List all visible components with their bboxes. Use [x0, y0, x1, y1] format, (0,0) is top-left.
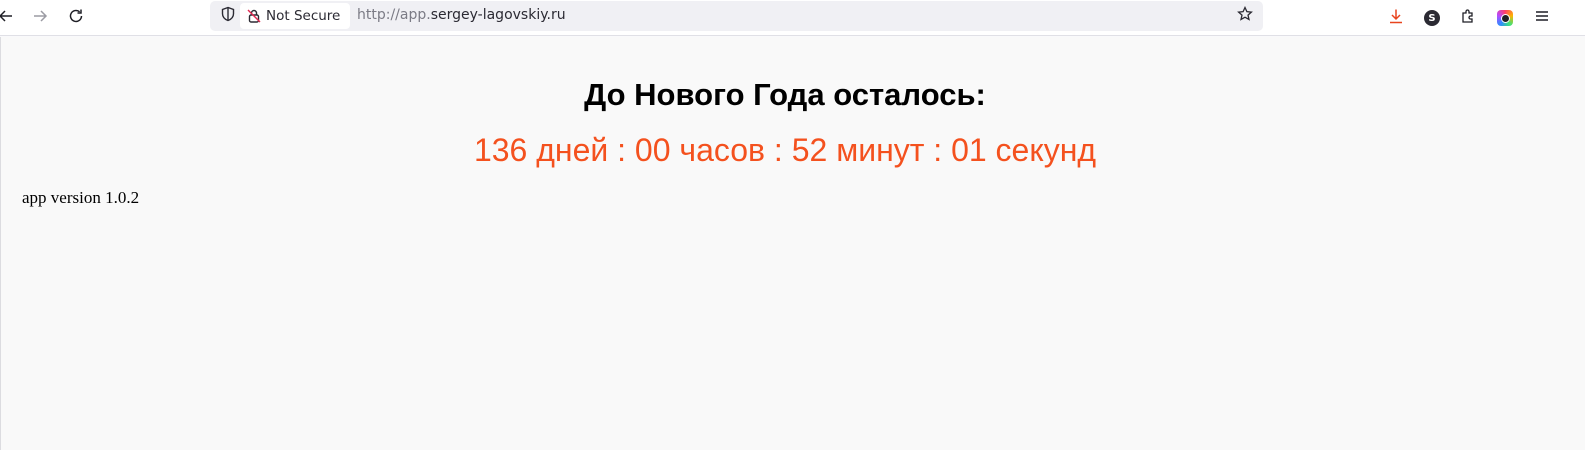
reload-button[interactable] [62, 4, 90, 32]
back-icon [0, 8, 14, 28]
site-security-indicator[interactable]: Not Secure [240, 3, 350, 29]
extensions-icon [1460, 8, 1476, 28]
tracking-protection-button[interactable] [214, 2, 242, 30]
countdown-timer: 136 дней : 00 часов : 52 минут : 01 секу… [473, 132, 1097, 168]
page-heading: До Нового Года осталось: [584, 77, 986, 112]
forward-button[interactable] [26, 4, 54, 32]
url-prefix: http://app. [357, 7, 431, 23]
account-icon: S [1424, 10, 1440, 26]
shield-icon [220, 6, 236, 26]
page-content: До Нового Года осталось: 136 дней : 00 ч… [0, 37, 1585, 450]
url-text[interactable]: http://app.sergey-lagovskiy.ru [357, 7, 566, 23]
forward-icon [32, 8, 48, 28]
menu-button[interactable] [1528, 4, 1556, 32]
extensions-button[interactable] [1454, 4, 1482, 32]
url-domain: sergey-lagovskiy.ru [430, 7, 566, 23]
browser-toolbar: Not Secure http://app.sergey-lagovskiy.r… [0, 0, 1585, 36]
bookmark-button[interactable] [1231, 2, 1259, 30]
download-icon [1388, 8, 1404, 28]
back-button[interactable] [0, 4, 20, 32]
colorful-extension-button[interactable] [1491, 4, 1519, 32]
reload-icon [68, 8, 84, 28]
menu-icon [1534, 8, 1550, 28]
address-bar[interactable]: Not Secure http://app.sergey-lagovskiy.r… [210, 1, 1263, 31]
colorful-extension-icon [1497, 10, 1513, 26]
security-label: Not Secure [266, 8, 341, 24]
app-version-label: app version 1.0.2 [22, 188, 140, 207]
bookmark-star-icon [1237, 5, 1253, 26]
account-button[interactable]: S [1418, 4, 1446, 32]
downloads-button[interactable] [1382, 4, 1410, 32]
insecure-lock-icon [246, 8, 262, 24]
